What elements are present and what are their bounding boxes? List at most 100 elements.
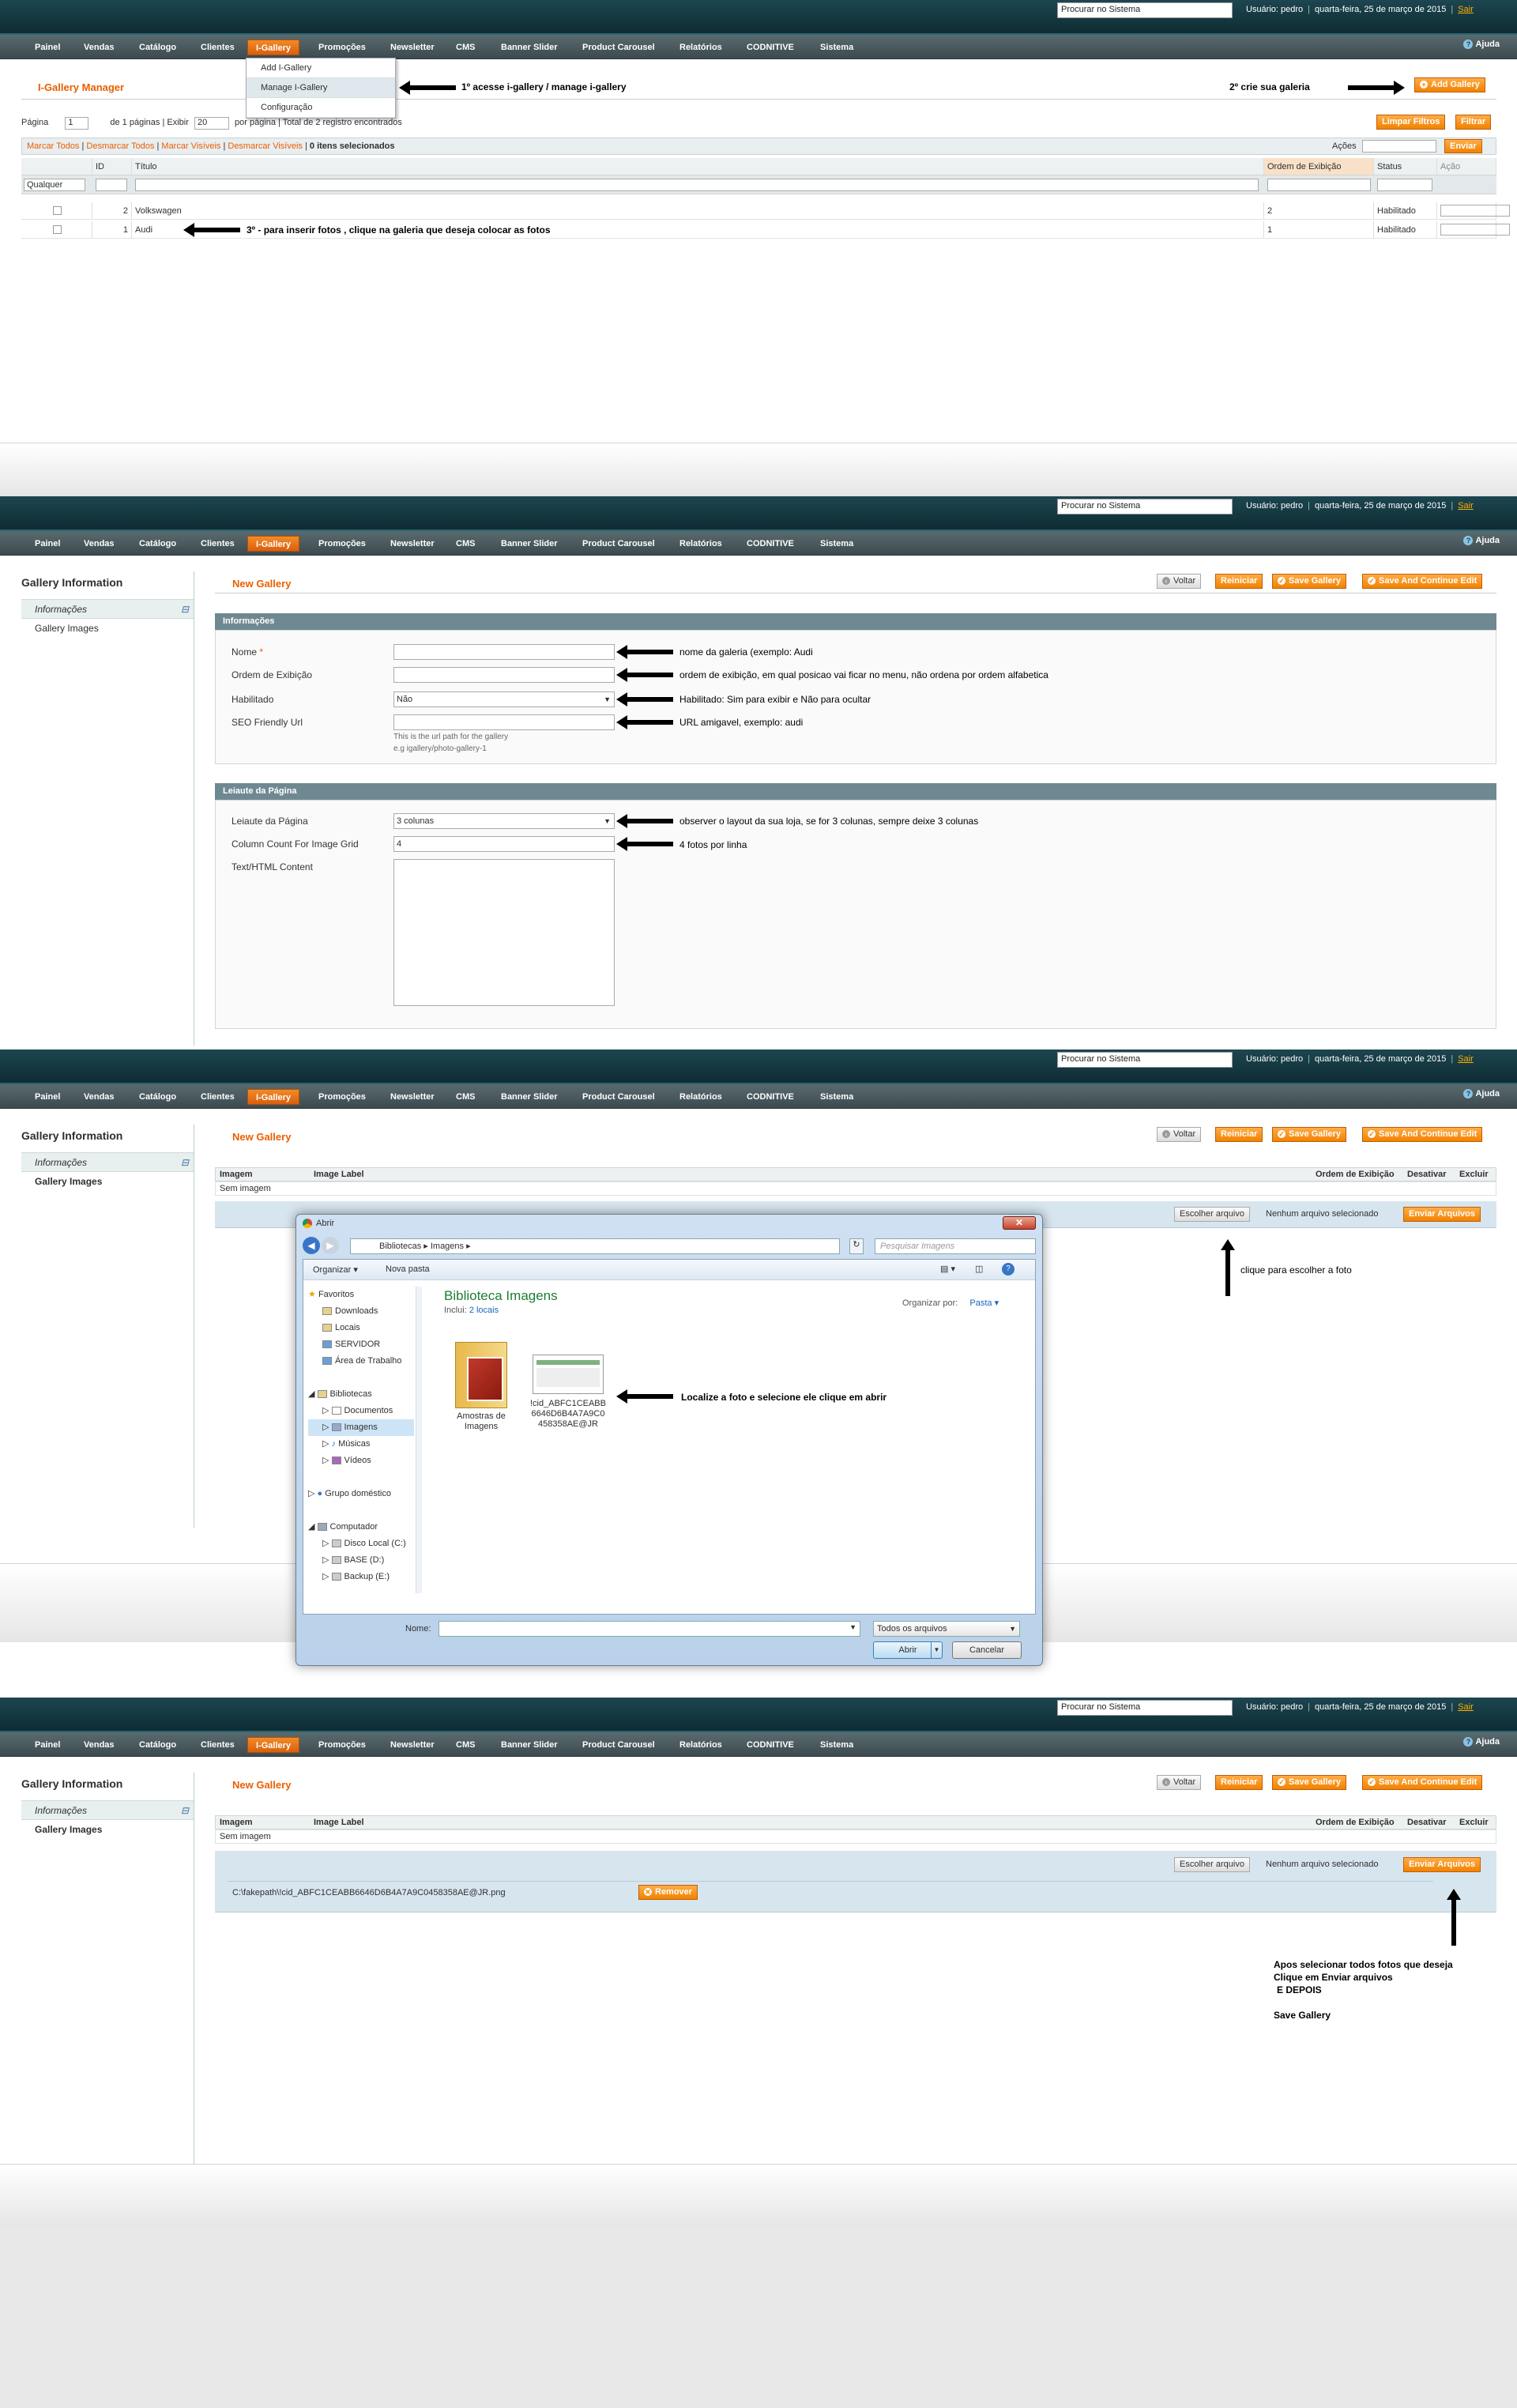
nav-codnitive[interactable]: CODNITIVE [739,40,802,55]
nav-catalogo[interactable]: Catálogo [131,40,184,55]
help-link[interactable]: ? Ajuda [1463,1089,1500,1098]
help-link[interactable]: ? Ajuda [1463,536,1500,545]
tree-homegroup[interactable]: ▷ ● Grupo doméstico [308,1486,414,1502]
send-files-button[interactable]: Enviar Arquivos [1403,1207,1481,1222]
table-row[interactable]: 2 Volkswagen 2 Habilitado [21,202,1510,220]
tree-disk-e[interactable]: ▷ Backup (E:) [308,1569,414,1585]
nav-newsletter[interactable]: Newsletter [382,40,442,55]
tree-computer[interactable]: ◢ Computador [308,1519,414,1536]
row-action-select[interactable] [1437,202,1510,219]
tree-locais[interactable]: Locais [308,1320,414,1336]
row-action-select[interactable] [1437,221,1510,238]
nav-promocoes[interactable]: Promoções [311,40,374,55]
tab-informacoes[interactable]: Informações ⊟ [21,1800,194,1819]
col-id[interactable]: ID [92,158,132,175]
file-item-folder[interactable]: Amostras de Imagens [450,1342,512,1432]
filter-title-input[interactable] [135,179,1259,191]
refresh-icon[interactable]: ↻ [849,1238,864,1254]
nav-product-carousel[interactable]: Product Carousel [574,40,663,55]
file-item-image[interactable]: !cid_ABFC1CEABB6646D6B4A7A9C0458358AE@JR [529,1355,607,1430]
help-link[interactable]: ? Ajuda [1463,1737,1500,1747]
close-icon[interactable]: ✕ [1003,1216,1036,1230]
filter-order-input[interactable] [1267,179,1371,191]
nav-catalogo[interactable]: Catálogo [131,536,184,552]
global-search-input[interactable]: Procurar no Sistema [1057,2,1233,18]
filter-status-select[interactable] [1377,179,1432,191]
choose-file-button[interactable]: Escolher arquivo [1174,1857,1250,1872]
nav-igallery[interactable]: I-Gallery [247,1089,300,1105]
nav-sistema[interactable]: Sistema [812,1089,861,1105]
nav-relatorios[interactable]: Relatórios [672,1737,730,1753]
back-arrow-icon[interactable]: ◀ [303,1237,320,1254]
tree-videos[interactable]: ▷ Vídeos [308,1453,414,1469]
organize-menu[interactable]: Organizar ▾ [313,1264,358,1275]
chevron-down-icon[interactable]: ▼ [931,1642,942,1658]
save-gallery-button[interactable]: ✓ Save Gallery [1272,1127,1347,1142]
path-segment[interactable]: Bibliotecas [379,1242,421,1251]
page-input[interactable]: 1 [65,117,89,130]
nav-cms[interactable]: CMS [448,40,483,55]
layout-select[interactable]: 3 colunas ▼ [393,813,615,829]
nav-catalogo[interactable]: Catálogo [131,1737,184,1753]
tree-images[interactable]: ▷ Imagens [308,1419,414,1436]
nav-vendas[interactable]: Vendas [76,1737,122,1753]
remove-file-button[interactable]: ✕ Remover [638,1885,698,1900]
filename-input[interactable]: ▼ [439,1621,860,1637]
send-files-button[interactable]: Enviar Arquivos [1403,1857,1481,1872]
nav-banner-slider[interactable]: Banner Slider [493,40,566,55]
back-button[interactable]: ‹ Voltar [1157,574,1202,589]
col-order[interactable]: Ordem de Exibição [1264,158,1374,175]
nav-newsletter[interactable]: Newsletter [382,1089,442,1105]
preview-pane-icon[interactable]: ◫ [975,1264,983,1274]
nav-cms[interactable]: CMS [448,536,483,552]
save-continue-button[interactable]: ✓ Save And Continue Edit [1362,1775,1483,1790]
tab-informacoes[interactable]: Informações ⊟ [21,1152,194,1171]
global-search-input[interactable]: Procurar no Sistema [1057,1052,1233,1068]
nav-clientes[interactable]: Clientes [193,1737,243,1753]
nav-banner-slider[interactable]: Banner Slider [493,1737,566,1753]
nav-igallery[interactable]: I-Gallery [247,1737,300,1753]
submit-action-button[interactable]: Enviar [1444,139,1482,153]
reset-button[interactable]: Reiniciar [1215,1775,1263,1790]
nav-codnitive[interactable]: CODNITIVE [739,1737,802,1753]
col-title[interactable]: Título [132,158,1264,175]
nav-banner-slider[interactable]: Banner Slider [493,1089,566,1105]
tab-gallery-images[interactable]: Gallery Images [21,1171,194,1190]
filetype-select[interactable]: Todos os arquivos ▼ [873,1621,1020,1637]
select-all-link[interactable]: Marcar Todos [27,141,79,151]
logout-link[interactable]: Sair [1458,1054,1474,1064]
arrange-select[interactable]: Pasta ▾ [969,1298,999,1308]
name-input[interactable] [393,644,615,660]
content-textarea[interactable] [393,859,615,1006]
per-page-select[interactable]: 20 [194,117,229,130]
row-checkbox[interactable] [21,202,92,219]
tree-desktop[interactable]: Área de Trabalho [308,1353,414,1370]
view-icon[interactable]: ▤ ▾ [940,1264,955,1274]
tree-favorites[interactable]: ★ Favoritos [308,1287,414,1303]
seo-url-input[interactable] [393,714,615,730]
nav-sistema[interactable]: Sistema [812,40,861,55]
nav-vendas[interactable]: Vendas [76,536,122,552]
back-button[interactable]: ‹ Voltar [1157,1127,1202,1142]
nav-vendas[interactable]: Vendas [76,40,122,55]
logout-link[interactable]: Sair [1458,501,1474,511]
tree-disk-d[interactable]: ▷ BASE (D:) [308,1552,414,1569]
cancel-button[interactable]: Cancelar [952,1641,1022,1659]
save-continue-button[interactable]: ✓ Save And Continue Edit [1362,574,1483,589]
nav-promocoes[interactable]: Promoções [311,1737,374,1753]
add-gallery-button[interactable]: + Add Gallery [1414,77,1485,92]
nav-painel[interactable]: Painel [27,40,68,55]
save-gallery-button[interactable]: ✓ Save Gallery [1272,1775,1347,1790]
nav-relatorios[interactable]: Relatórios [672,536,730,552]
nav-product-carousel[interactable]: Product Carousel [574,1737,663,1753]
back-button[interactable]: ‹ Voltar [1157,1775,1202,1790]
filter-id-input[interactable] [96,179,127,191]
open-button[interactable]: Abrir ▼ [873,1641,943,1659]
menu-configuracao[interactable]: Configuração [247,98,395,118]
address-bar[interactable]: Bibliotecas ▸ Imagens ▸ [350,1238,840,1254]
nav-codnitive[interactable]: CODNITIVE [739,1089,802,1105]
nav-promocoes[interactable]: Promoções [311,1089,374,1105]
nav-painel[interactable]: Painel [27,536,68,552]
save-gallery-button[interactable]: ✓ Save Gallery [1272,574,1347,589]
tree-servidor[interactable]: SERVIDOR [308,1336,414,1353]
